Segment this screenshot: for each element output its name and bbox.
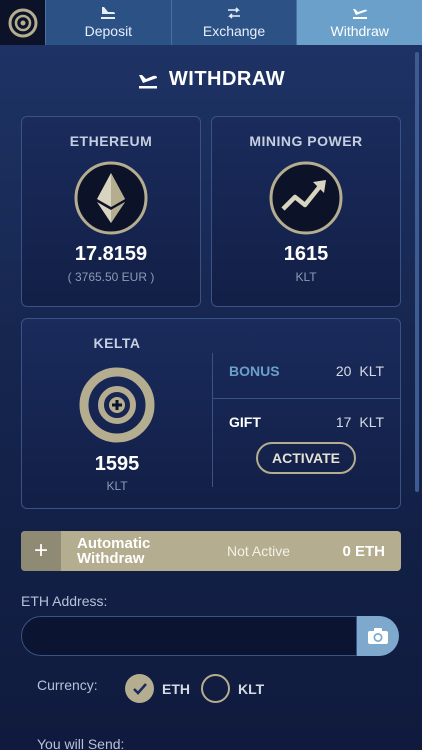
ethereum-balance: 17.8159 bbox=[74, 243, 148, 265]
swap-arrows-icon bbox=[228, 7, 240, 19]
currency-eth-label: ETH bbox=[162, 680, 190, 697]
mining-power-card: MINING POWER 1615 KLT bbox=[211, 116, 401, 307]
kelta-unit: KLT bbox=[106, 479, 128, 493]
gift-value: 17 KLT bbox=[336, 414, 384, 430]
bonus-amount: 20 bbox=[335, 363, 352, 379]
ethereum-title: ETHEREUM bbox=[69, 133, 153, 149]
bonus-label: BONUS bbox=[229, 363, 280, 379]
ethereum-icon bbox=[22, 161, 200, 235]
tab-label: Exchange bbox=[202, 23, 266, 39]
kelta-target-icon bbox=[79, 367, 155, 448]
ethereum-fiat-value: ( 3765.50 EUR ) bbox=[67, 270, 155, 284]
kelta-balance: 1595 bbox=[94, 453, 140, 475]
you-will-send-label: You will Send: bbox=[37, 736, 125, 750]
mining-power-title: MINING POWER bbox=[249, 133, 363, 149]
radio-unchecked[interactable] bbox=[201, 674, 230, 703]
tab-withdraw[interactable]: Withdraw bbox=[296, 0, 422, 45]
app-logo[interactable] bbox=[0, 0, 45, 45]
mining-power-unit: KLT bbox=[295, 270, 317, 284]
takeoff-plane-icon bbox=[352, 9, 367, 19]
mining-power-value: 1615 bbox=[283, 243, 329, 265]
tab-deposit[interactable]: Deposit bbox=[45, 0, 171, 45]
activate-button[interactable]: ACTIVATE bbox=[256, 442, 356, 474]
currency-label: Currency: bbox=[37, 677, 98, 693]
currency-option-eth[interactable]: ETH bbox=[125, 674, 190, 703]
automatic-withdraw-amount: 0 ETH bbox=[342, 542, 385, 560]
tab-exchange[interactable]: Exchange bbox=[170, 0, 297, 45]
automatic-withdraw-bar[interactable]: + Automatic Withdraw Not Active 0 ETH bbox=[21, 531, 401, 571]
tab-label: Deposit bbox=[84, 23, 133, 39]
bonus-gift-divider bbox=[212, 398, 401, 399]
currency-option-klt[interactable]: KLT bbox=[201, 674, 264, 703]
top-navigation: Deposit Exchange Withdraw bbox=[0, 0, 422, 45]
plus-icon[interactable]: + bbox=[21, 531, 61, 571]
landing-plane-icon bbox=[101, 7, 116, 19]
bonus-value: 20 KLT bbox=[336, 363, 384, 379]
camera-icon bbox=[368, 628, 388, 644]
automatic-withdraw-label: Automatic Withdraw bbox=[77, 535, 151, 567]
currency-klt-label: KLT bbox=[238, 680, 265, 697]
page-title: WITHDRAW bbox=[0, 68, 422, 91]
trend-up-icon bbox=[212, 161, 400, 235]
checkmark-icon bbox=[132, 682, 147, 695]
scan-qr-button[interactable] bbox=[357, 616, 399, 656]
target-logo-icon bbox=[8, 8, 37, 37]
page-title-text: WITHDRAW bbox=[168, 68, 286, 90]
eth-address-input[interactable] bbox=[21, 616, 357, 656]
gift-label: GIFT bbox=[229, 414, 261, 430]
eth-address-label: ETH Address: bbox=[21, 593, 108, 609]
gift-unit: KLT bbox=[359, 414, 384, 430]
scrollbar[interactable] bbox=[415, 52, 419, 492]
automatic-withdraw-status: Not Active bbox=[227, 543, 291, 559]
kelta-title: KELTA bbox=[93, 335, 141, 351]
gift-amount: 17 bbox=[335, 414, 352, 430]
kelta-divider bbox=[212, 353, 213, 487]
bonus-unit: KLT bbox=[359, 363, 384, 379]
radio-checked[interactable] bbox=[125, 674, 154, 703]
tab-label: Withdraw bbox=[330, 23, 389, 39]
ethereum-card: ETHEREUM 17.8159 ( 3765.50 EUR ) bbox=[21, 116, 201, 307]
kelta-card: KELTA 1595 KLT BONUS 20 KLT GIFT 17 KLT bbox=[21, 318, 401, 509]
takeoff-plane-icon bbox=[138, 74, 157, 88]
